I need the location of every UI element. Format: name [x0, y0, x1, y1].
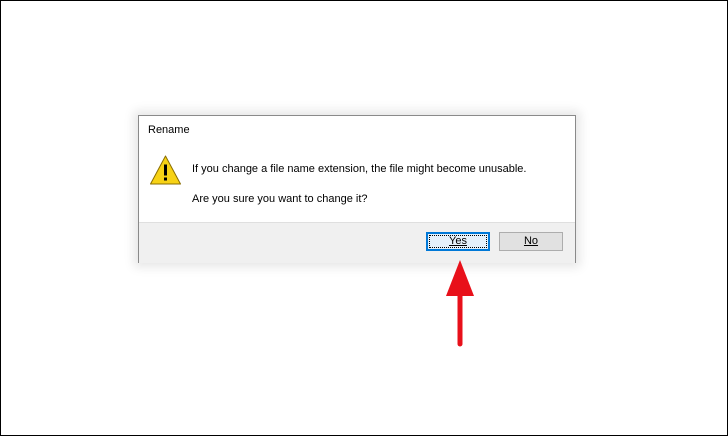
confirm-question: Are you sure you want to change it? — [192, 193, 368, 205]
dialog-title-bar[interactable]: Rename — [139, 116, 575, 144]
dialog-content: If you change a file name extension, the… — [139, 144, 575, 222]
yes-button[interactable]: Yes — [426, 232, 490, 251]
warning-icon — [150, 155, 181, 185]
dialog-title: Rename — [148, 124, 190, 136]
no-button-label: No — [523, 235, 539, 247]
yes-button-label: Yes — [449, 235, 467, 247]
no-button[interactable]: No — [499, 232, 563, 251]
warning-message: If you change a file name extension, the… — [192, 163, 527, 175]
red-arrow-icon — [446, 260, 474, 347]
rename-dialog: Rename If you change a file name extensi… — [138, 115, 576, 263]
dialog-button-bar: Yes No — [139, 222, 575, 263]
